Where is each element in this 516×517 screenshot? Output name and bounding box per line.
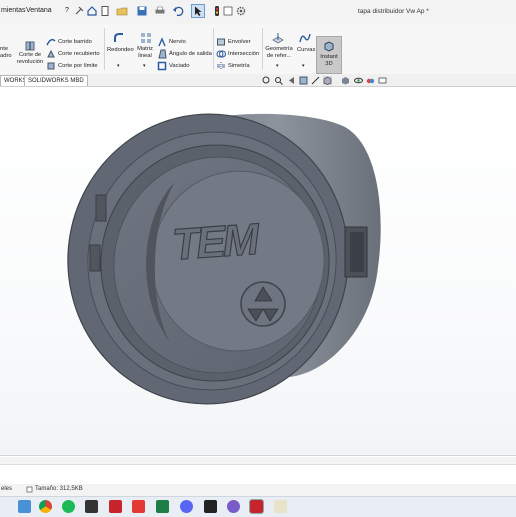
save-icon[interactable]: [136, 5, 148, 17]
zoom-area-icon[interactable]: [274, 76, 283, 85]
undo-icon[interactable]: [172, 5, 184, 17]
lofted-cut-icon[interactable]: [46, 49, 56, 59]
excel-icon[interactable]: [156, 500, 169, 513]
windows-taskbar: [0, 496, 516, 517]
notepad-icon[interactable]: [274, 500, 287, 513]
fillet-icon[interactable]: [113, 32, 125, 44]
file-explorer-icon[interactable]: [18, 500, 31, 513]
graphics-area[interactable]: TEM: [0, 87, 516, 455]
spotify-icon[interactable]: [62, 500, 75, 513]
draft-label[interactable]: Ángulo de salida: [169, 51, 212, 58]
menu-window[interactable]: Ventana: [26, 7, 52, 14]
side-slot-inner: [350, 232, 364, 272]
reference-geometry-label[interactable]: Geometría de refer...: [265, 46, 293, 60]
dynamic-annotation-icon[interactable]: [311, 76, 320, 85]
instant3d-button[interactable]: Instant 3D: [316, 36, 342, 74]
ribbon-separator: [104, 28, 105, 70]
clip-tab-top: [95, 194, 107, 222]
instant3d-label: Instant 3D: [320, 54, 338, 67]
shell-label[interactable]: Vaciado: [169, 63, 190, 70]
fillet-label[interactable]: Redondeo: [107, 47, 134, 54]
fillet-dropdown-icon[interactable]: ▾: [117, 63, 120, 70]
clip-tab-bottom: [89, 244, 101, 272]
apply-scene-icon[interactable]: [378, 76, 387, 85]
status-left-text: eles: [1, 486, 13, 492]
instant3d-icon: [324, 41, 334, 52]
edit-appearance-icon[interactable]: [366, 76, 375, 85]
curves-icon[interactable]: [299, 32, 311, 44]
wrap-label[interactable]: Envolver: [228, 39, 251, 46]
command-manager-ribbon: nte adro Corte de revolución Corte barrido…: [0, 24, 516, 75]
chrome-icon[interactable]: [39, 500, 52, 513]
discord-icon[interactable]: [180, 500, 193, 513]
title-bar: mientas Ventana ? tapa distribuidor Vw A…: [0, 0, 516, 25]
app-icon[interactable]: [85, 500, 98, 513]
previous-view-icon[interactable]: [287, 76, 296, 85]
mirror-label[interactable]: Simetría: [228, 63, 250, 70]
home-icon[interactable]: [86, 5, 98, 17]
revolved-cut-icon[interactable]: [24, 40, 36, 52]
hide-show-items-icon[interactable]: [354, 76, 363, 85]
file-size-icon: [26, 486, 33, 493]
logo-text: TEM: [171, 215, 262, 270]
swept-cut-label[interactable]: Corte barrido: [58, 39, 92, 46]
file-size-text: Tamaño: 312,5KB: [35, 486, 83, 492]
intersect-label[interactable]: Intersección: [228, 51, 259, 58]
rib-icon[interactable]: [157, 37, 167, 47]
linear-pattern-dropdown-icon[interactable]: ▾: [143, 63, 146, 70]
pin-icon[interactable]: [73, 5, 85, 17]
shell-icon[interactable]: [157, 61, 167, 71]
epic-games-icon[interactable]: [204, 500, 217, 513]
mirror-icon[interactable]: [216, 61, 226, 71]
part-model[interactable]: TEM: [0, 87, 516, 455]
revolved-cut-label[interactable]: Corte de revolución: [15, 52, 45, 66]
wrap-icon[interactable]: [216, 37, 226, 47]
scrollbar-track[interactable]: [0, 457, 516, 465]
options-gear-icon[interactable]: [235, 5, 247, 17]
document-title: tapa distribuidor Vw Ap *: [358, 8, 429, 15]
status-bar: eles Tamaño: 312,5KB: [0, 484, 516, 496]
section-view-icon[interactable]: [299, 76, 308, 85]
command-tab-bar: WORKS SOLIDWORKS MBD: [0, 74, 516, 87]
rib-label[interactable]: Nervio: [169, 39, 186, 46]
reference-geometry-dropdown-icon[interactable]: ▾: [276, 63, 279, 70]
linear-pattern-icon[interactable]: [140, 32, 152, 44]
media-app-icon[interactable]: [132, 500, 145, 513]
solidworks-active-icon[interactable]: [249, 499, 264, 514]
draft-icon[interactable]: [157, 49, 167, 59]
file-properties-icon[interactable]: [222, 5, 234, 17]
intersect-icon[interactable]: [216, 49, 226, 59]
linear-pattern-label[interactable]: Matriz lineal: [133, 46, 157, 60]
ribbon-separator: [213, 28, 214, 70]
new-document-icon[interactable]: [99, 5, 111, 17]
menu-tools-partial[interactable]: mientas: [1, 7, 26, 14]
curves-label[interactable]: Curvas: [297, 47, 315, 54]
app-circle-icon[interactable]: [227, 500, 240, 513]
open-folder-icon[interactable]: [116, 5, 128, 17]
ribbon-separator: [262, 28, 263, 70]
reference-geometry-icon[interactable]: [272, 32, 284, 44]
display-style-icon[interactable]: [341, 76, 350, 85]
boundary-cut-icon[interactable]: [46, 61, 56, 71]
curves-dropdown-icon[interactable]: ▾: [302, 63, 305, 70]
swept-cut-icon[interactable]: [46, 37, 56, 47]
horizontal-scrollbar[interactable]: [0, 455, 516, 478]
print-icon[interactable]: [154, 5, 166, 17]
lofted-cut-label[interactable]: Corte recubierto: [58, 51, 100, 58]
extruded-cut-label-partial[interactable]: nte adro: [0, 46, 12, 60]
solidworks-icon[interactable]: [109, 500, 122, 513]
zoom-to-fit-icon[interactable]: [262, 76, 271, 85]
tab-solidworks-mbd[interactable]: SOLIDWORKS MBD: [24, 75, 88, 86]
boundary-cut-label[interactable]: Corte por límite: [58, 63, 98, 70]
menu-help[interactable]: ?: [65, 7, 69, 14]
select-arrow-icon[interactable]: [191, 4, 205, 18]
view-orientation-icon[interactable]: [323, 76, 332, 85]
